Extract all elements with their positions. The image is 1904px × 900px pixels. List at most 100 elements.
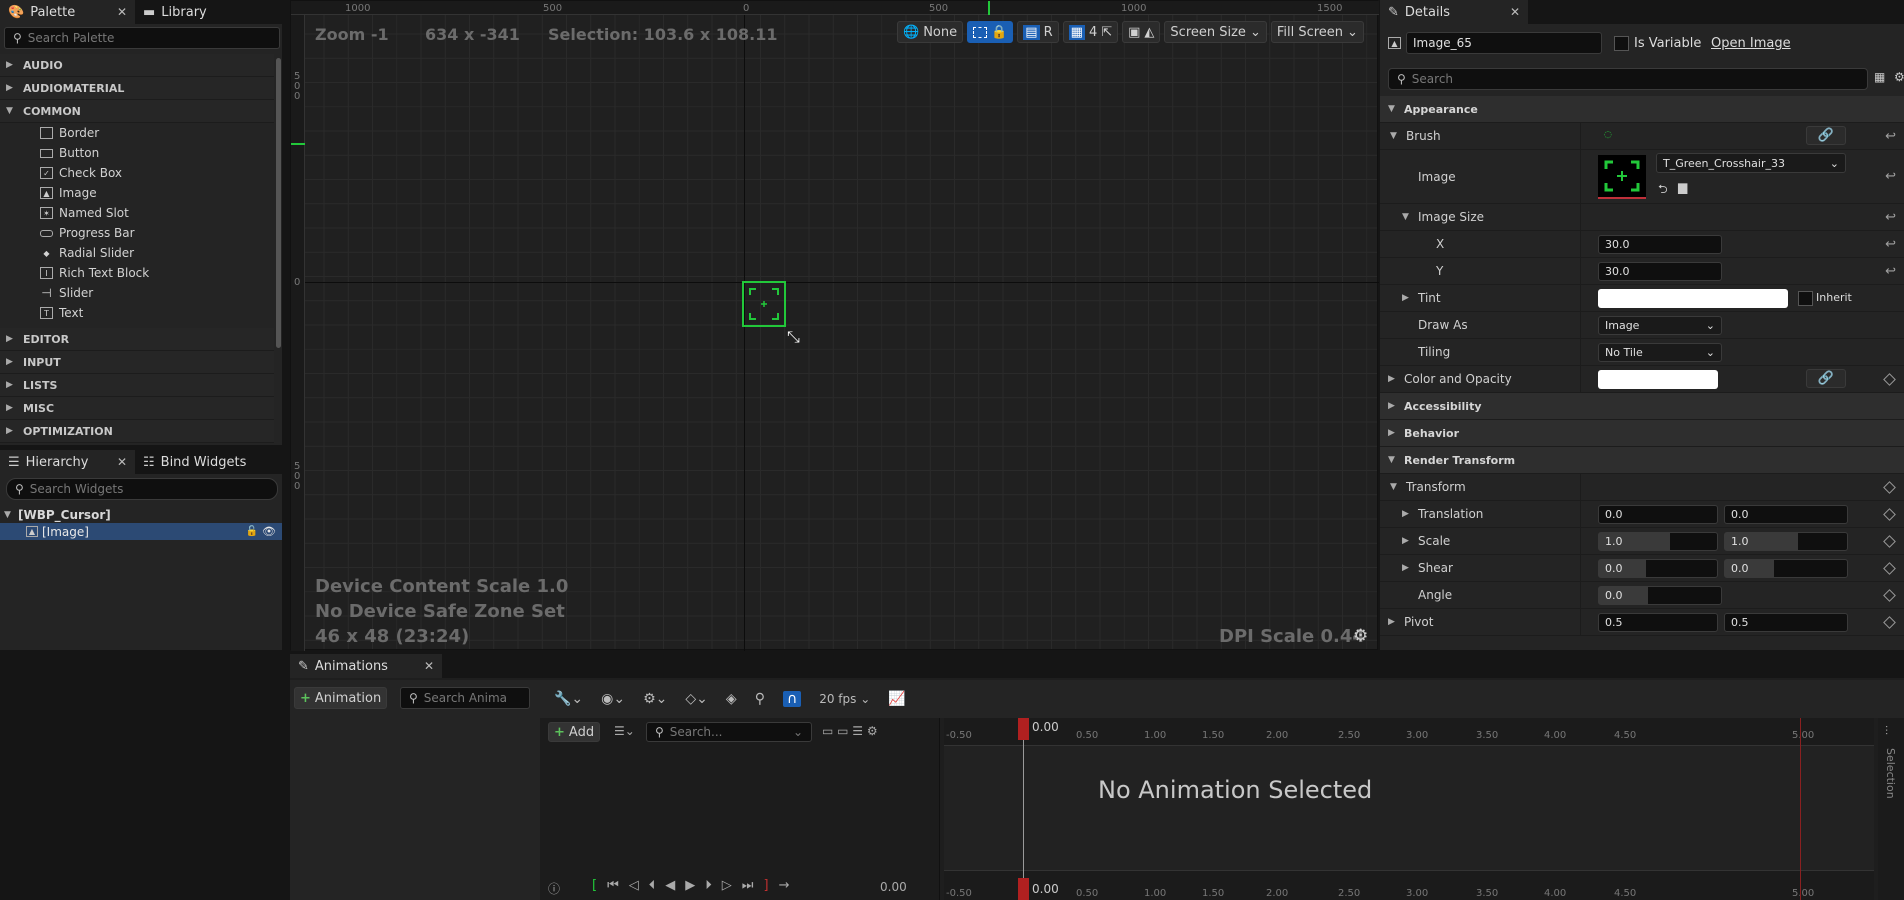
preview-button[interactable]: ▣ ◭ [1122, 21, 1161, 43]
palette-item-slider[interactable]: ⊣ Slider [0, 283, 274, 303]
grid-snap-button[interactable]: ▦ 4 ⇱ [1062, 21, 1119, 43]
keyframe-diamond-icon[interactable] [1883, 615, 1896, 629]
tab-palette[interactable]: 🎨 Palette ✕ [0, 0, 135, 24]
section-appearance[interactable]: ▼ Appearance [1380, 96, 1904, 123]
category-optimization[interactable]: ▶ OPTIMIZATION [0, 420, 274, 443]
playhead-line[interactable] [1023, 718, 1024, 900]
palette-item-button[interactable]: Button [0, 143, 274, 163]
world-space-button[interactable]: 🌐 None [897, 21, 964, 43]
image-size-x-input[interactable]: 30.0 [1598, 235, 1722, 254]
reset-arrow-icon[interactable]: ↩ [1885, 237, 1896, 252]
tab-library[interactable]: ▬ Library [135, 0, 275, 24]
close-icon[interactable]: ✕ [424, 659, 434, 673]
collapse-tracks-icon[interactable]: ▭ ▭ ☰ ⚙ [822, 724, 878, 738]
settings-gear-icon[interactable]: ⚙ [1353, 626, 1368, 646]
screen-size-dropdown[interactable]: Screen Size ⌄ [1164, 21, 1267, 43]
expand-arrow-icon[interactable]: ▶ [1402, 509, 1412, 519]
keyframe-diamond-icon[interactable] [1883, 561, 1896, 575]
browse-folder-icon[interactable]: ▆ [1678, 180, 1687, 194]
fill-screen-dropdown[interactable]: Fill Screen ⌄ [1270, 21, 1364, 43]
tiling-dropdown[interactable]: No Tile ⌄ [1598, 343, 1722, 362]
expand-arrow-icon[interactable]: ▶ [1402, 536, 1412, 546]
reset-arrow-icon[interactable]: ↩ [1885, 169, 1896, 184]
category-lists[interactable]: ▶ LISTS [0, 374, 274, 397]
keyframe-diamond-icon[interactable] [1883, 480, 1896, 494]
range-start-icon[interactable]: [ [592, 878, 597, 893]
key-diamond-icon[interactable]: ◇⌄ [685, 691, 708, 707]
auto-key-icon[interactable]: ◈ [726, 691, 737, 707]
animation-search-input[interactable]: ⚲ Search Anima [400, 687, 530, 709]
curve-editor-icon[interactable]: 📈 [888, 691, 905, 707]
playhead-handle-bottom[interactable] [1018, 878, 1029, 900]
eye-icon[interactable]: ◉⌄ [601, 691, 625, 707]
category-audio[interactable]: ▶ AUDIO [0, 54, 274, 77]
expand-arrow-icon[interactable]: ▶ [1388, 374, 1398, 384]
section-behavior[interactable]: ▶ Behavior [1380, 420, 1904, 447]
draw-as-dropdown[interactable]: Image ⌄ [1598, 316, 1722, 335]
pivot-x-input[interactable]: 0.5 [1598, 613, 1718, 632]
wrench-icon[interactable]: 🔧⌄ [554, 691, 583, 707]
palette-item-image[interactable]: ▲ Image [0, 183, 274, 203]
add-track-button[interactable]: + Add [548, 722, 601, 742]
collapse-arrow-icon[interactable]: ▼ [1402, 212, 1412, 222]
play-icon[interactable]: ▶ [685, 878, 695, 893]
step-back-icon[interactable]: ⏴ [649, 878, 656, 893]
table-view-icon[interactable]: ▦ [1874, 70, 1885, 84]
category-misc[interactable]: ▶ MISC [0, 397, 274, 420]
loop-icon[interactable]: → [779, 878, 790, 893]
resize-handle-icon[interactable]: ⤡ [787, 327, 800, 347]
palette-item-check-box[interactable]: ✓ Check Box [0, 163, 274, 183]
scale-y-input[interactable]: 1.0 [1724, 532, 1848, 551]
palette-item-progress-bar[interactable]: Progress Bar [0, 223, 274, 243]
widget-name-input[interactable]: Image_65 [1406, 32, 1602, 54]
prev-key-icon[interactable]: ◁ [629, 878, 639, 893]
keyframe-diamond-icon[interactable] [1883, 588, 1896, 602]
tab-bind-widgets[interactable]: ☷ Bind Widgets [135, 450, 275, 474]
close-icon[interactable]: ✕ [117, 5, 127, 19]
add-animation-button[interactable]: + Animation [294, 687, 388, 709]
color-link-button[interactable]: 🔗 [1806, 369, 1846, 388]
marker-pin-icon[interactable]: ⚲ [755, 691, 765, 707]
translation-y-input[interactable]: 0.0 [1724, 505, 1848, 524]
image-asset-picker[interactable]: T_Green_Crosshair_33 ⌄ [1656, 153, 1846, 173]
image-thumbnail[interactable] [1598, 155, 1646, 199]
reset-arrow-icon[interactable]: ↩ [1885, 129, 1896, 144]
close-icon[interactable]: ✕ [117, 455, 127, 469]
color-opacity-swatch[interactable] [1598, 370, 1718, 389]
category-input[interactable]: ▶ INPUT [0, 351, 274, 374]
reset-arrow-icon[interactable]: ↩ [1885, 210, 1896, 225]
play-reverse-icon[interactable]: ◀ [665, 878, 675, 893]
track-search-input[interactable]: ⚲ Search... ⌄ [646, 722, 812, 742]
section-accessibility[interactable]: ▶ Accessibility [1380, 393, 1904, 420]
hierarchy-search-input[interactable]: ⚲ Search Widgets [6, 478, 278, 500]
shear-y-input[interactable]: 0.0 [1724, 559, 1848, 578]
palette-scrollbar[interactable] [276, 58, 281, 348]
tab-details[interactable]: ✎ Details ✕ [1380, 0, 1528, 24]
current-time-field[interactable]: 0.00 [880, 880, 907, 894]
filter-icon[interactable]: ☰⌄ [614, 724, 635, 738]
keyframe-diamond-icon[interactable] [1883, 507, 1896, 521]
skip-start-icon[interactable]: ⏮ [607, 878, 619, 893]
expand-arrow-icon[interactable]: ▶ [1388, 617, 1398, 627]
angle-input[interactable]: 0.0 [1598, 586, 1722, 605]
is-variable-checkbox[interactable] [1614, 36, 1629, 51]
snap-magnet-icon[interactable]: ∩ [782, 691, 802, 707]
palette-item-radial-slider[interactable]: ◆ Radial Slider [0, 243, 274, 263]
selected-image-widget[interactable] [742, 281, 786, 327]
range-end-icon[interactable]: ] [763, 878, 768, 893]
keyframe-diamond-icon[interactable] [1883, 534, 1896, 548]
gear-icon[interactable]: ⚙ [1894, 70, 1904, 84]
palette-item-rich-text-block[interactable]: I Rich Text Block [0, 263, 274, 283]
expand-arrow-icon[interactable]: ▶ [1402, 563, 1412, 573]
visibility-eye-icon[interactable]: 👁 [262, 525, 276, 538]
palette-item-border[interactable]: Border [0, 123, 274, 143]
reset-arrow-icon[interactable]: ↩ [1885, 264, 1896, 279]
scale-x-input[interactable]: 1.0 [1598, 532, 1718, 551]
skip-end-icon[interactable]: ⏭ [742, 878, 754, 893]
translation-x-input[interactable]: 0.0 [1598, 505, 1718, 524]
palette-search-input[interactable]: ⚲ Search Palette [4, 27, 280, 49]
tab-animations[interactable]: ✎ Animations ✕ [290, 654, 442, 678]
details-search-input[interactable]: ⚲ Search [1388, 68, 1868, 90]
use-selected-icon[interactable]: ⮌ [1658, 180, 1668, 201]
tint-color-swatch[interactable] [1598, 289, 1788, 308]
